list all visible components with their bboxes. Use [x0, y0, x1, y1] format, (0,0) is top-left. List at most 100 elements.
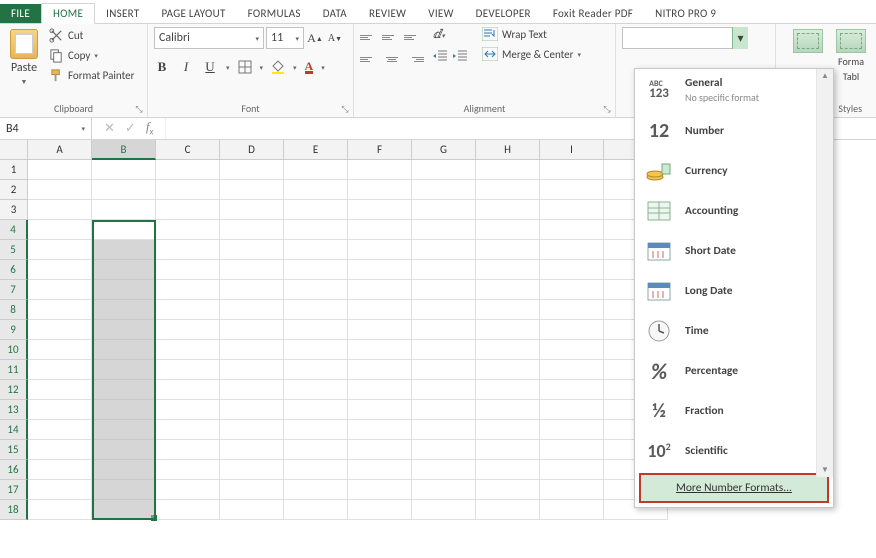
col-header[interactable]: E [284, 140, 348, 160]
cell[interactable] [476, 300, 540, 320]
cell[interactable] [476, 280, 540, 300]
row-header[interactable]: 17 [0, 480, 28, 500]
cell[interactable] [220, 500, 284, 520]
cell[interactable] [540, 460, 604, 480]
cell[interactable] [28, 260, 92, 280]
cell[interactable] [220, 460, 284, 480]
cell[interactable] [476, 480, 540, 500]
dialog-launcher-icon[interactable]: ⤡ [339, 104, 351, 116]
cell[interactable] [540, 480, 604, 500]
dialog-launcher-icon[interactable]: ⤡ [133, 104, 145, 116]
cell[interactable] [348, 360, 412, 380]
cell[interactable] [412, 380, 476, 400]
row-header[interactable]: 15 [0, 440, 28, 460]
decrease-font-button[interactable]: A▼ [326, 27, 344, 49]
cell[interactable] [284, 280, 348, 300]
cell[interactable] [220, 480, 284, 500]
cell[interactable] [28, 360, 92, 380]
cell[interactable] [284, 200, 348, 220]
select-all-button[interactable] [0, 140, 28, 160]
cell[interactable] [220, 360, 284, 380]
cell[interactable] [540, 380, 604, 400]
cell[interactable] [92, 200, 156, 220]
cell[interactable] [476, 360, 540, 380]
cell[interactable] [92, 160, 156, 180]
row-header[interactable]: 14 [0, 420, 28, 440]
tab-home[interactable]: HOME [41, 3, 95, 24]
cell[interactable] [220, 340, 284, 360]
cell[interactable] [156, 320, 220, 340]
cell[interactable] [28, 240, 92, 260]
cell[interactable] [412, 400, 476, 420]
row-header[interactable]: 9 [0, 320, 28, 340]
cell[interactable] [220, 160, 284, 180]
cell[interactable] [348, 480, 412, 500]
conditional-format-button[interactable] [789, 27, 827, 55]
copy-button[interactable]: Copy ▾ [47, 47, 136, 64]
format-as-table-button[interactable]: Forma Tabl [832, 27, 870, 85]
number-format-option[interactable]: Currency [635, 151, 833, 191]
cut-button[interactable]: Cut [47, 27, 136, 44]
cell[interactable] [156, 380, 220, 400]
cell[interactable] [412, 480, 476, 500]
cell[interactable] [284, 180, 348, 200]
cell[interactable] [540, 360, 604, 380]
tab-page-layout[interactable]: PAGE LAYOUT [150, 4, 236, 23]
cell[interactable] [540, 220, 604, 240]
cell[interactable] [156, 200, 220, 220]
cell[interactable] [476, 420, 540, 440]
cell[interactable] [92, 460, 156, 480]
cell[interactable] [540, 200, 604, 220]
cell[interactable] [220, 320, 284, 340]
cell[interactable] [92, 340, 156, 360]
cell[interactable] [412, 460, 476, 480]
cell[interactable] [476, 240, 540, 260]
cell[interactable] [220, 400, 284, 420]
cell[interactable] [348, 440, 412, 460]
accept-formula-button[interactable]: ✓ [125, 121, 136, 136]
cell[interactable] [92, 360, 156, 380]
cell[interactable] [156, 480, 220, 500]
cell[interactable] [156, 280, 220, 300]
cell[interactable] [156, 440, 220, 460]
cell[interactable] [92, 400, 156, 420]
cell[interactable] [28, 200, 92, 220]
tab-formulas[interactable]: FORMULAS [237, 4, 312, 23]
cell[interactable] [220, 420, 284, 440]
cell[interactable] [412, 160, 476, 180]
cancel-formula-button[interactable]: ✕ [104, 121, 115, 136]
cell[interactable] [540, 440, 604, 460]
cell[interactable] [476, 340, 540, 360]
row-header[interactable]: 2 [0, 180, 28, 200]
row-header[interactable]: 6 [0, 260, 28, 280]
cell[interactable] [284, 480, 348, 500]
cell[interactable] [540, 500, 604, 520]
cell[interactable] [540, 400, 604, 420]
cell[interactable] [28, 460, 92, 480]
align-middle-button[interactable] [382, 27, 402, 47]
row-header[interactable]: 1 [0, 160, 28, 180]
cell[interactable] [412, 500, 476, 520]
cell[interactable] [540, 180, 604, 200]
number-format-option[interactable]: Short Date [635, 231, 833, 271]
cell[interactable] [412, 440, 476, 460]
number-format-option[interactable]: Time [635, 311, 833, 351]
cell[interactable] [348, 220, 412, 240]
cell[interactable] [348, 380, 412, 400]
cell[interactable] [28, 280, 92, 300]
cell[interactable] [348, 340, 412, 360]
orientation-button[interactable]: ⅆ▾ [433, 27, 467, 42]
cell[interactable] [284, 360, 348, 380]
cell[interactable] [476, 220, 540, 240]
cell[interactable] [412, 220, 476, 240]
decrease-indent-button[interactable] [433, 50, 447, 62]
cell[interactable] [476, 400, 540, 420]
col-header[interactable]: A [28, 140, 92, 160]
cell[interactable] [412, 320, 476, 340]
increase-indent-button[interactable] [453, 50, 467, 62]
wrap-text-button[interactable]: Wrap Text [482, 27, 581, 41]
tab-data[interactable]: DATA [312, 4, 358, 23]
cell[interactable] [412, 300, 476, 320]
row-header[interactable]: 5 [0, 240, 28, 260]
cell[interactable] [348, 260, 412, 280]
